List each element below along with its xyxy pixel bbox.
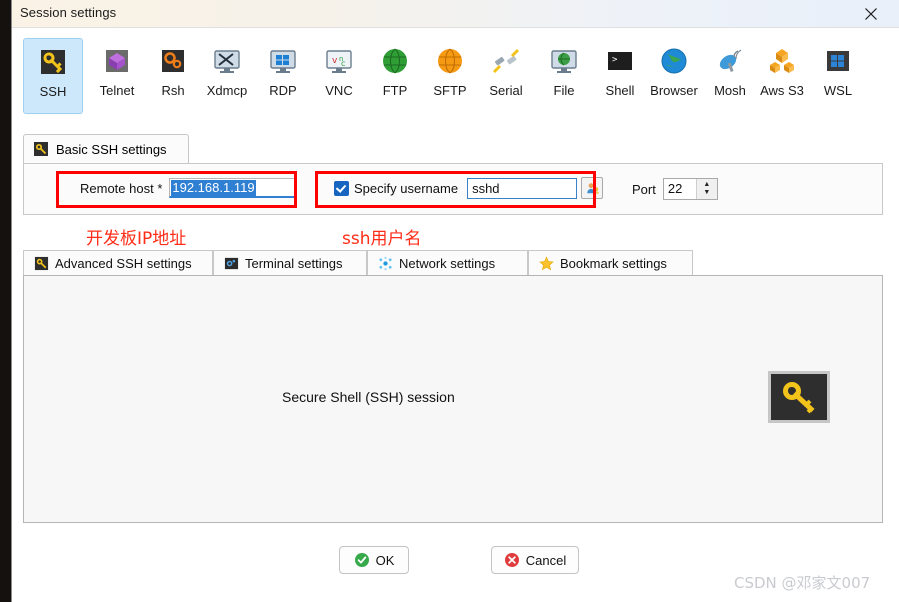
port-field-group: Port 22 ▲ ▼ bbox=[632, 178, 718, 200]
protocol-label: Browser bbox=[650, 83, 698, 98]
windows-monitor-icon bbox=[267, 45, 299, 77]
terminal-icon: > bbox=[604, 45, 636, 77]
tab-label: Basic SSH settings bbox=[56, 141, 167, 157]
protocol-serial[interactable]: Serial bbox=[476, 38, 536, 114]
cancel-label: Cancel bbox=[525, 552, 567, 568]
protocol-label: RDP bbox=[269, 83, 297, 98]
subtab-network-settings[interactable]: Network settings bbox=[367, 250, 528, 275]
protocol-label: SSH bbox=[39, 84, 67, 99]
remote-host-label: Remote host * bbox=[80, 180, 163, 196]
annotation-text-remote-host: 开发板IP地址 bbox=[86, 229, 187, 249]
protocol-sftp[interactable]: SFTP bbox=[420, 38, 480, 114]
annotation-text-username: ssh用户名 bbox=[342, 229, 422, 249]
specify-username-group: Specify username sshd bbox=[334, 177, 604, 199]
key-icon bbox=[34, 256, 49, 271]
session-settings-dialog: Session settings SSH Telnet Rsh Xdmcp RD… bbox=[11, 0, 899, 602]
green-globe-icon bbox=[379, 45, 411, 77]
protocol-mosh[interactable]: Mosh bbox=[700, 38, 760, 114]
orange-globe-icon bbox=[434, 45, 466, 77]
protocol-rsh[interactable]: Rsh bbox=[143, 38, 203, 114]
spin-down-icon[interactable]: ▼ bbox=[703, 189, 710, 197]
protocol-ftp[interactable]: FTP bbox=[365, 38, 425, 114]
key-icon bbox=[33, 141, 49, 157]
protocol-label: Shell bbox=[605, 83, 635, 98]
protocol-telnet[interactable]: Telnet bbox=[87, 38, 147, 114]
protocol-shell[interactable]: > Shell bbox=[590, 38, 650, 114]
specify-username-label: Specify username bbox=[354, 180, 459, 196]
aws-cubes-icon bbox=[766, 45, 798, 77]
port-stepper[interactable]: 22 ▲ ▼ bbox=[662, 178, 718, 200]
network-nodes-icon bbox=[378, 256, 393, 271]
protocol-label: SFTP bbox=[433, 83, 467, 98]
serial-plug-icon bbox=[490, 45, 522, 77]
spin-up-icon[interactable]: ▲ bbox=[703, 181, 710, 189]
protocol-xdmcp[interactable]: Xdmcp bbox=[197, 38, 257, 114]
check-circle-icon bbox=[354, 552, 370, 568]
protocol-label: FTP bbox=[382, 83, 408, 98]
ok-label: OK bbox=[375, 552, 395, 568]
subtab-advanced-ssh-settings[interactable]: Advanced SSH settings bbox=[23, 250, 213, 275]
remote-host-value: 192.168.1.119 bbox=[171, 180, 256, 196]
star-icon bbox=[539, 255, 554, 271]
svg-text:c: c bbox=[341, 59, 345, 68]
protocol-wsl[interactable]: WSL bbox=[808, 38, 868, 114]
port-label: Port bbox=[632, 181, 656, 197]
username-input[interactable]: sshd bbox=[467, 177, 578, 199]
remote-host-field-group: Remote host * 192.168.1.119 bbox=[80, 178, 296, 198]
session-content-panel: Secure Shell (SSH) session bbox=[23, 275, 883, 523]
protocol-browser[interactable]: Browser bbox=[644, 38, 704, 114]
subtab-label: Network settings bbox=[399, 255, 496, 271]
protocol-rdp[interactable]: RDP bbox=[253, 38, 313, 114]
subtab-bookmark-settings[interactable]: Bookmark settings bbox=[528, 250, 693, 275]
specify-username-checkbox[interactable] bbox=[334, 180, 349, 196]
key-icon bbox=[768, 371, 830, 423]
subtab-label: Terminal settings bbox=[245, 255, 343, 271]
title-bar: Session settings bbox=[12, 0, 899, 28]
protocol-aws-s3[interactable]: Aws S3 bbox=[752, 38, 812, 114]
protocol-label: Xdmcp bbox=[206, 83, 248, 98]
subtab-label: Advanced SSH settings bbox=[55, 255, 192, 271]
protocol-vnc[interactable]: vnc VNC bbox=[309, 38, 369, 114]
windows-logo-icon bbox=[822, 45, 854, 77]
cancel-button[interactable]: Cancel bbox=[491, 546, 579, 574]
satellite-dish-icon bbox=[714, 45, 746, 77]
purple-cube-icon bbox=[101, 45, 133, 77]
protocol-label: Aws S3 bbox=[760, 83, 804, 98]
subtab-terminal-settings[interactable]: Terminal settings bbox=[213, 250, 367, 275]
port-spin-buttons[interactable]: ▲ ▼ bbox=[695, 179, 717, 199]
protocol-label: Serial bbox=[489, 83, 523, 98]
blue-globe-icon bbox=[658, 45, 690, 77]
svg-text:>: > bbox=[612, 55, 618, 65]
monitor-x-icon bbox=[211, 45, 243, 77]
vnc-monitor-icon: vnc bbox=[323, 45, 355, 77]
remote-host-input[interactable]: 192.168.1.119 bbox=[169, 178, 296, 198]
window-title: Session settings bbox=[20, 5, 117, 20]
x-circle-icon bbox=[504, 552, 520, 568]
background-terminal-window bbox=[0, 0, 11, 602]
key-icon bbox=[37, 46, 69, 78]
protocol-toolbar: SSH Telnet Rsh Xdmcp RDP v n c VNC FTP S… bbox=[12, 28, 899, 132]
protocol-label: VNC bbox=[325, 83, 353, 98]
protocol-file[interactable]: File bbox=[534, 38, 594, 114]
basic-ssh-settings-panel: Remote host * 192.168.1.119 Specify user… bbox=[23, 163, 883, 215]
protocol-label: File bbox=[553, 83, 575, 98]
svg-text:v: v bbox=[332, 56, 338, 66]
terminal-gear-icon bbox=[224, 256, 239, 271]
settings-subtabs: Advanced SSH settings Terminal settings … bbox=[23, 250, 883, 275]
protocol-label: WSL bbox=[823, 83, 853, 98]
protocol-label: Rsh bbox=[161, 83, 185, 98]
protocol-ssh[interactable]: SSH bbox=[23, 38, 83, 114]
ok-button[interactable]: OK bbox=[339, 546, 409, 574]
orange-gears-icon bbox=[157, 45, 189, 77]
user-picker-icon[interactable] bbox=[581, 177, 604, 199]
tab-basic-ssh-settings[interactable]: Basic SSH settings bbox=[23, 134, 189, 163]
close-icon[interactable] bbox=[849, 0, 893, 27]
session-caption: Secure Shell (SSH) session bbox=[282, 389, 455, 405]
subtab-label: Bookmark settings bbox=[560, 255, 667, 271]
protocol-label: Mosh bbox=[714, 83, 746, 98]
file-monitor-icon bbox=[548, 45, 580, 77]
watermark: CSDN @邓家文007 bbox=[734, 574, 871, 592]
port-value[interactable]: 22 bbox=[664, 179, 696, 199]
protocol-label: Telnet bbox=[99, 83, 135, 98]
